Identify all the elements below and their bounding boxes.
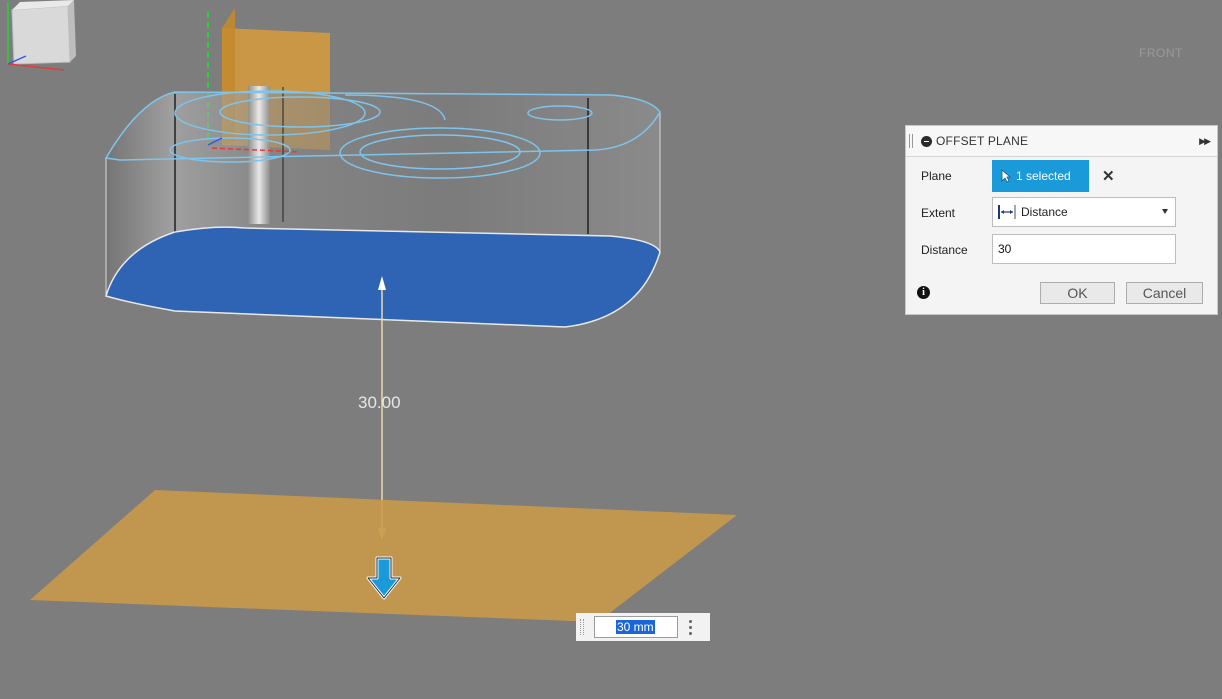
plane-row: Plane 1 selected ✕ bbox=[906, 160, 1217, 192]
viewcube[interactable] bbox=[0, 0, 76, 76]
expand-icon[interactable]: ▶▶ bbox=[1199, 136, 1211, 147]
plane-selection-text: 1 selected bbox=[1016, 169, 1071, 183]
distance-icon bbox=[998, 205, 1016, 219]
clear-selection-icon[interactable]: ✕ bbox=[1102, 167, 1115, 185]
dialog-header[interactable]: OFFSET PLANE ▶▶ bbox=[906, 126, 1217, 157]
distance-input[interactable] bbox=[992, 234, 1176, 264]
plane-selection-button[interactable]: 1 selected bbox=[992, 160, 1089, 192]
distance-label: Distance bbox=[921, 243, 968, 257]
offset-plane-dialog: OFFSET PLANE ▶▶ Plane 1 selected ✕ Exten… bbox=[905, 125, 1218, 315]
selected-bottom-face[interactable] bbox=[105, 226, 661, 328]
more-options-icon[interactable] bbox=[689, 619, 692, 635]
info-icon[interactable]: i bbox=[917, 286, 930, 299]
distance-row: Distance bbox=[906, 234, 1217, 266]
cursor-icon bbox=[1001, 169, 1011, 183]
drag-handle-icon[interactable] bbox=[909, 134, 913, 148]
dropdown-caret-icon[interactable] bbox=[1162, 209, 1168, 214]
plane-label: Plane bbox=[921, 169, 952, 183]
extent-row: Extent Distance bbox=[906, 197, 1217, 229]
cancel-button[interactable]: Cancel bbox=[1126, 282, 1203, 304]
extent-select[interactable]: Distance bbox=[992, 197, 1176, 227]
ok-button[interactable]: OK bbox=[1040, 282, 1115, 304]
extent-value: Distance bbox=[1021, 205, 1068, 219]
viewcube-face-label[interactable]: FRONT bbox=[1139, 46, 1183, 60]
hole-tube bbox=[248, 86, 270, 224]
3d-viewport[interactable]: 30.00 FRONT bbox=[0, 0, 1222, 699]
heads-up-distance-value: 30 mm bbox=[616, 620, 655, 634]
collapse-icon[interactable] bbox=[921, 135, 932, 147]
extent-label: Extent bbox=[921, 206, 956, 220]
drag-handle-icon[interactable] bbox=[580, 619, 584, 635]
offset-plane-preview[interactable] bbox=[30, 490, 737, 622]
heads-up-distance-input[interactable]: 30 mm bbox=[594, 616, 678, 638]
model-canvas[interactable] bbox=[0, 0, 1222, 699]
dialog-title: OFFSET PLANE bbox=[936, 134, 1029, 148]
heads-up-distance-box: 30 mm bbox=[576, 613, 710, 641]
dimension-label[interactable]: 30.00 bbox=[358, 393, 401, 413]
